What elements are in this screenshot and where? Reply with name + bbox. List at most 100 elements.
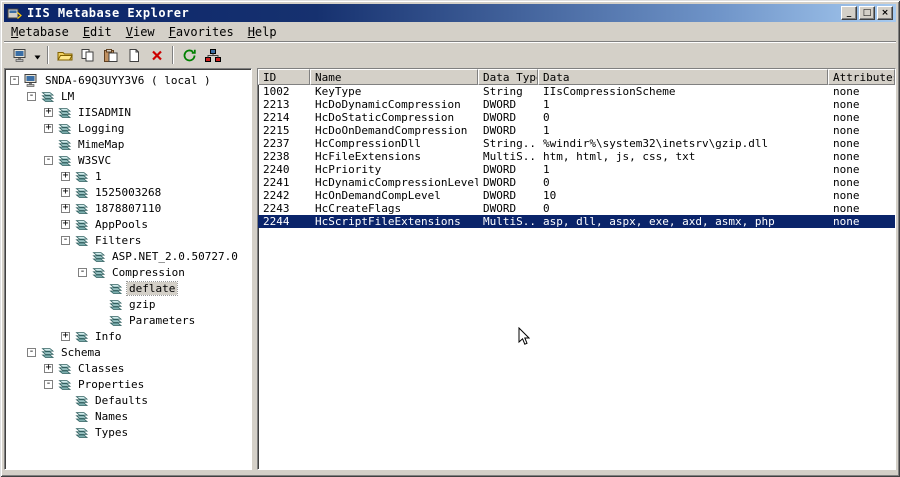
tree-item-label[interactable]: W3SVC <box>76 154 113 167</box>
copy-button[interactable] <box>76 44 99 66</box>
tree-item[interactable]: + Classes <box>5 360 251 376</box>
connect-button[interactable] <box>8 44 31 66</box>
table-row[interactable]: 1002 KeyType String IIsCompressionScheme non… <box>258 85 895 98</box>
column-header-name[interactable]: Name <box>310 69 478 85</box>
tree-item-label[interactable]: Defaults <box>93 394 150 407</box>
tree-item[interactable]: ASP.NET_2.0.50727.0 <box>5 248 251 264</box>
column-header-data[interactable]: Data <box>538 69 828 85</box>
column-header-data-type[interactable]: Data Type <box>478 69 538 85</box>
tree-item-label[interactable]: SNDA-69Q3UYY3V6 ( local ) <box>43 74 213 87</box>
minimize-button[interactable]: _ <box>841 6 857 20</box>
tree-item[interactable]: +1525003268 <box>5 184 251 200</box>
delete-button[interactable] <box>145 44 168 66</box>
new-record-button[interactable] <box>122 44 145 66</box>
tree-item[interactable]: - LM <box>5 88 251 104</box>
tree-item[interactable]: MimeMap <box>5 136 251 152</box>
tree-item[interactable]: Parameters <box>5 312 251 328</box>
tree-item[interactable]: - Schema <box>5 344 251 360</box>
collapse-icon[interactable]: - <box>44 378 53 389</box>
collapse-icon[interactable]: - <box>10 74 19 85</box>
tree-item-label[interactable]: 1 <box>93 170 104 183</box>
expand-icon[interactable]: + <box>44 106 53 117</box>
tree-item-label[interactable]: Schema <box>59 346 103 359</box>
table-row[interactable]: 2215 HcDoOnDemandCompression DWORD 1 none <box>258 124 895 137</box>
table-cell: none <box>833 189 860 202</box>
tree-item-label[interactable]: 1878807110 <box>93 202 163 215</box>
tree-item-label[interactable]: MimeMap <box>76 138 126 151</box>
tree-item-label[interactable]: AppPools <box>93 218 150 231</box>
expand-icon[interactable]: + <box>61 202 70 213</box>
table-row[interactable]: 2244 HcScriptFileExtensions MultiS... asp, … <box>258 215 895 228</box>
expand-icon[interactable]: + <box>61 170 70 181</box>
tree-item-label[interactable]: Names <box>93 410 130 423</box>
tree-item[interactable]: gzip <box>5 296 251 312</box>
tree-item[interactable]: - Properties <box>5 376 251 392</box>
tree-item-label[interactable]: LM <box>59 90 76 103</box>
menu-help[interactable]: Help <box>241 24 284 40</box>
menu-view[interactable]: View <box>119 24 162 40</box>
collapse-icon[interactable]: - <box>61 234 70 245</box>
tree-item[interactable]: - W3SVC <box>5 152 251 168</box>
expand-icon[interactable]: + <box>44 122 53 133</box>
table-row[interactable]: 2213 HcDoDynamicCompression DWORD 1 none <box>258 98 895 111</box>
table-row[interactable]: 2214 HcDoStaticCompression DWORD 0 none <box>258 111 895 124</box>
tree-item[interactable]: + AppPools <box>5 216 251 232</box>
tree-item-label[interactable]: Compression <box>110 266 187 279</box>
tree-item[interactable]: - Compression <box>5 264 251 280</box>
tree-item-label[interactable]: Classes <box>76 362 126 375</box>
menu-edit[interactable]: Edit <box>76 24 119 40</box>
expand-icon[interactable]: + <box>61 330 70 341</box>
table-row[interactable]: 2243 HcCreateFlags DWORD 0 none <box>258 202 895 215</box>
tree-item[interactable]: - SNDA-69Q3UYY3V6 ( local ) <box>5 72 251 88</box>
paste-button[interactable] <box>99 44 122 66</box>
table-row[interactable]: 2242 HcOnDemandCompLevel DWORD 10 none <box>258 189 895 202</box>
column-header-id[interactable]: ID <box>258 69 310 85</box>
connect-dropdown-button[interactable] <box>31 44 43 66</box>
close-button[interactable]: × <box>877 6 893 20</box>
tree-item[interactable]: + Logging <box>5 120 251 136</box>
tree-item-label[interactable]: Parameters <box>127 314 197 327</box>
tree-item[interactable]: + Info <box>5 328 251 344</box>
tree-item-label[interactable]: Properties <box>76 378 146 391</box>
maximize-button[interactable]: □ <box>859 6 875 20</box>
expand-icon[interactable]: + <box>61 186 70 197</box>
delete-icon <box>149 49 165 62</box>
table-cell: none <box>833 150 860 163</box>
tree-item-label[interactable]: Filters <box>93 234 143 247</box>
expand-icon[interactable]: + <box>44 362 53 373</box>
tree-item[interactable]: +1 <box>5 168 251 184</box>
chevron-down-icon <box>34 48 41 63</box>
table-row[interactable]: 2240 HcPriority DWORD 1 none <box>258 163 895 176</box>
collapse-icon[interactable]: - <box>78 266 87 277</box>
menu-metabase[interactable]: Metabase <box>4 24 76 40</box>
titlebar[interactable]: IIS Metabase Explorer _ □ × <box>4 4 896 22</box>
tree-item[interactable]: +1878807110 <box>5 200 251 216</box>
tree-item-label[interactable]: IISADMIN <box>76 106 133 119</box>
expand-icon[interactable]: + <box>61 218 70 229</box>
tree-item[interactable]: Names <box>5 408 251 424</box>
refresh-button[interactable] <box>178 44 201 66</box>
tree-item-label[interactable]: Logging <box>76 122 126 135</box>
tree-item-label[interactable]: 1525003268 <box>93 186 163 199</box>
table-row[interactable]: 2241 HcDynamicCompressionLevel DWORD 0 none <box>258 176 895 189</box>
collapse-icon[interactable]: - <box>27 90 36 101</box>
table-row[interactable]: 2237 HcCompressionDll String... %windir%\sy… <box>258 137 895 150</box>
column-header-attributes[interactable]: Attributes <box>828 69 895 85</box>
tree-item-label[interactable]: Types <box>93 426 130 439</box>
tree-item[interactable]: Types <box>5 424 251 440</box>
tree-item[interactable]: Defaults <box>5 392 251 408</box>
collapse-icon[interactable]: - <box>44 154 53 165</box>
app-icon <box>7 6 23 20</box>
browse-network-button[interactable] <box>201 44 224 66</box>
tree-item-label[interactable]: gzip <box>127 298 158 311</box>
open-key-button[interactable] <box>53 44 76 66</box>
menu-favorites[interactable]: Favorites <box>162 24 241 40</box>
tree-item[interactable]: + IISADMIN <box>5 104 251 120</box>
tree-item-label[interactable]: deflate <box>125 280 179 296</box>
table-row[interactable]: 2238 HcFileExtensions MultiS... htm, html, … <box>258 150 895 163</box>
tree-item[interactable]: - Filters <box>5 232 251 248</box>
tree-item-label[interactable]: ASP.NET_2.0.50727.0 <box>110 250 240 263</box>
collapse-icon[interactable]: - <box>27 346 36 357</box>
tree-item[interactable]: deflate <box>5 280 251 296</box>
tree-item-label[interactable]: Info <box>93 330 124 343</box>
